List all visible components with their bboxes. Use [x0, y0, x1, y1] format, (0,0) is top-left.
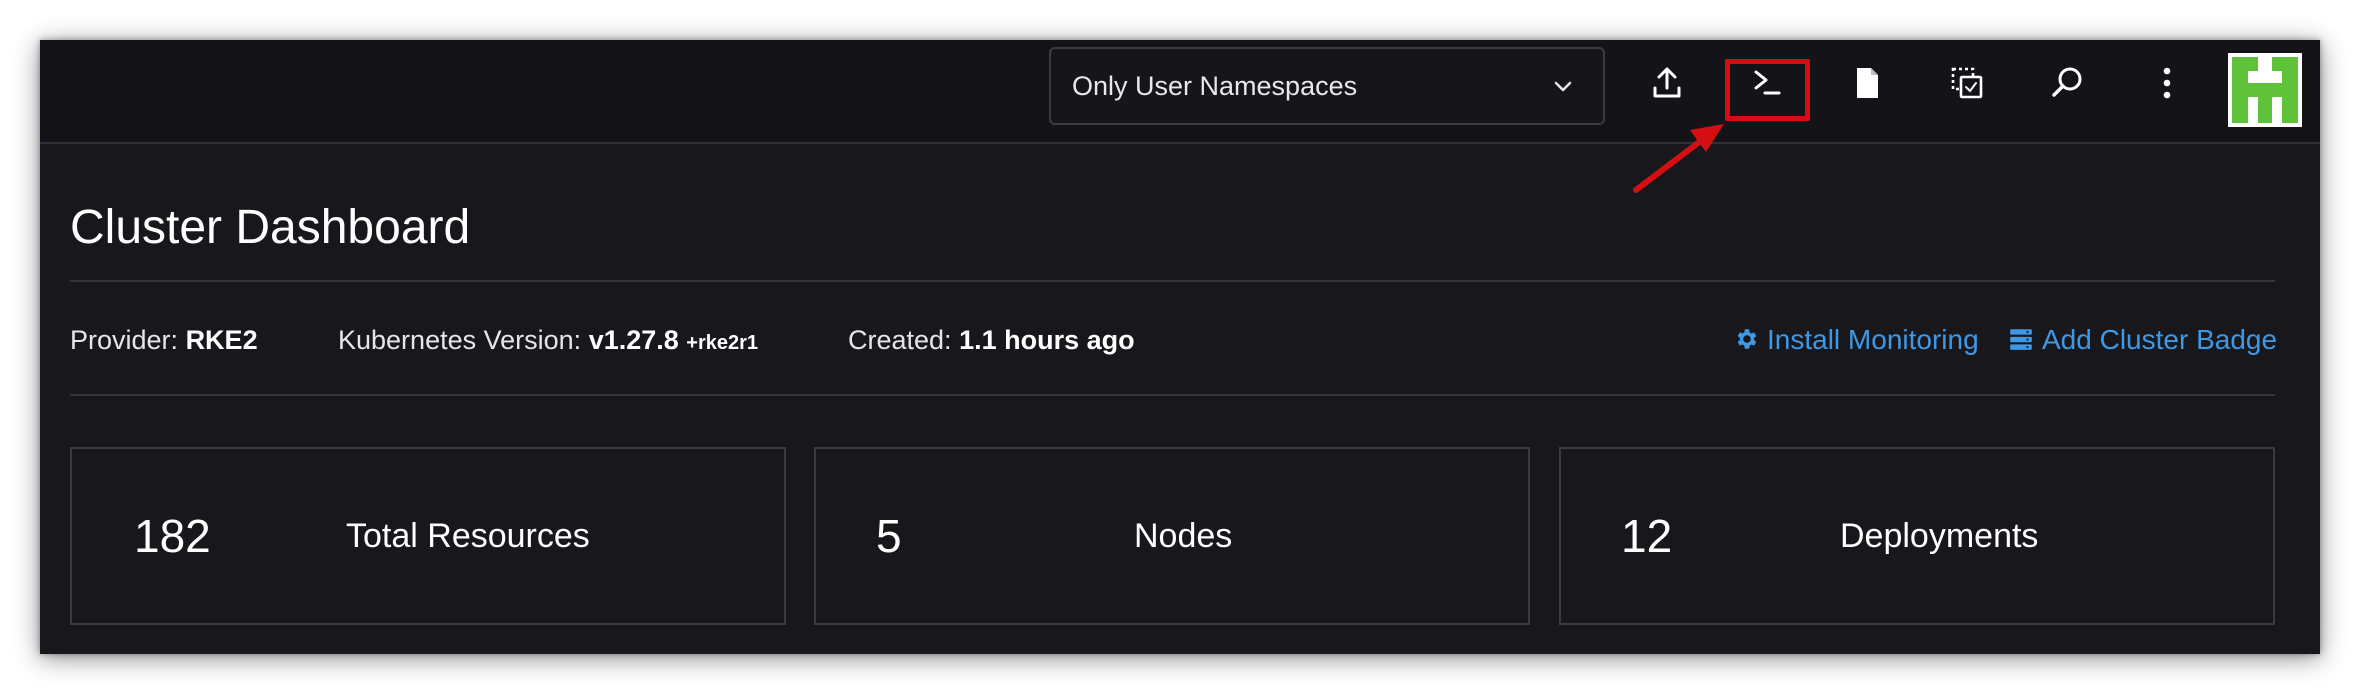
- document-icon: [1857, 68, 1878, 98]
- stat-card-total-resources[interactable]: 182 Total Resources: [70, 447, 786, 625]
- install-monitoring-link[interactable]: Install Monitoring: [1733, 320, 1979, 360]
- download-kubeconfig-button[interactable]: [1844, 60, 1890, 106]
- divider: [70, 280, 2275, 282]
- provider-value: RKE2: [185, 325, 258, 355]
- stat-card-nodes[interactable]: 5 Nodes: [814, 447, 1530, 625]
- import-yaml-button[interactable]: [1644, 60, 1690, 106]
- created-value: 1.1 hours ago: [959, 325, 1135, 355]
- stat-value: 12: [1621, 510, 1673, 562]
- server-icon: [2010, 329, 2032, 350]
- kubernetes-version-suffix: +rke2r1: [686, 332, 759, 354]
- identicon-avatar-icon: [2228, 53, 2302, 127]
- search-icon: [2052, 67, 2082, 97]
- resource-search-button[interactable]: [2044, 60, 2090, 106]
- stat-label: Deployments: [1840, 517, 2039, 555]
- annotation-highlight-box: [1725, 59, 1810, 121]
- created-info: Created: 1.1 hours ago: [848, 320, 1135, 360]
- kubernetes-version-value: v1.27.8: [588, 325, 679, 355]
- more-vertical-icon: [2163, 67, 2171, 99]
- namespace-filter-value: Only User Namespaces: [1072, 71, 1358, 101]
- provider-info: Provider: RKE2: [70, 320, 258, 360]
- user-avatar[interactable]: [2228, 53, 2302, 127]
- more-actions-button[interactable]: [2144, 60, 2190, 106]
- provider-label: Provider:: [70, 325, 179, 355]
- stat-value: 182: [134, 510, 211, 562]
- stat-value: 5: [876, 510, 902, 562]
- kubernetes-version-label: Kubernetes Version:: [338, 325, 582, 355]
- upload-icon: [1653, 67, 1681, 98]
- rancher-window: Only User Namespaces Cluster Dashboard P…: [40, 40, 2320, 654]
- stat-label: Total Resources: [346, 517, 590, 555]
- kubernetes-version-info: Kubernetes Version: v1.27.8 +rke2r1: [338, 320, 758, 360]
- stat-label: Nodes: [1134, 517, 1233, 555]
- stat-card-deployments[interactable]: 12 Deployments: [1559, 447, 2275, 625]
- install-monitoring-label: Install Monitoring: [1767, 324, 1979, 355]
- divider: [70, 394, 2275, 396]
- add-cluster-badge-link[interactable]: Add Cluster Badge: [2008, 320, 2277, 360]
- chevron-down-icon: [1554, 81, 1572, 92]
- add-cluster-badge-label: Add Cluster Badge: [2042, 324, 2278, 355]
- created-label: Created:: [848, 325, 952, 355]
- namespace-filter-select[interactable]: Only User Namespaces: [1049, 47, 1605, 125]
- page-title: Cluster Dashboard: [70, 201, 471, 254]
- copy-icon: [1951, 67, 1983, 99]
- gear-icon: [1737, 329, 1757, 349]
- top-header: Only User Namespaces: [40, 40, 2320, 144]
- copy-kubeconfig-button[interactable]: [1944, 60, 1990, 106]
